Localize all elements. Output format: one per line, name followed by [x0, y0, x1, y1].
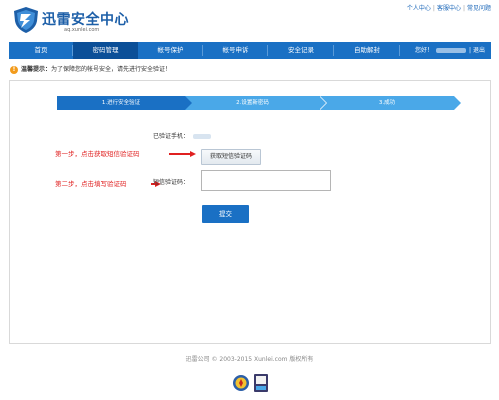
step-arrow-icon — [319, 96, 326, 110]
nav-item-appeal[interactable]: 帐号申诉 — [203, 42, 268, 59]
verification-panel: 1.进行安全验证 2.设置新密码 3.成功 已验证手机： 第一步，点击获取短信验… — [9, 80, 491, 344]
shield-logo-icon — [14, 7, 38, 33]
notice-prefix: 温馨提示： — [21, 66, 52, 73]
nav-label: 首页 — [34, 46, 48, 54]
site-logo[interactable]: 迅雷安全中心 aq.xunlei.com — [12, 6, 132, 36]
step-arrow-icon — [185, 96, 192, 110]
top-link-faq[interactable]: 常见问题 — [467, 5, 491, 12]
top-link-personal[interactable]: 个人中心 — [407, 5, 431, 12]
step-2: 2.设置新密码 — [185, 96, 320, 110]
notice-bar: ! 温馨提示：为了保障您的帐号安全，请先进行安全验证！ — [10, 64, 171, 76]
get-sms-code-button[interactable]: 获取短信验证码 — [201, 149, 261, 165]
nav-divider — [399, 45, 400, 56]
warning-icon: ! — [10, 65, 18, 74]
trust-badge-icon[interactable] — [253, 373, 269, 393]
annotation-step-one: 第一步，点击获取短信验证码 — [55, 150, 140, 158]
annotation-arrow-line — [169, 153, 191, 155]
nav-item-home[interactable]: 首页 — [9, 42, 73, 59]
step-arrow-icon — [454, 96, 461, 110]
sms-code-input[interactable] — [201, 170, 331, 191]
footer-badges — [232, 372, 272, 394]
nav-item-password[interactable]: 密码管理 — [73, 42, 138, 59]
step-3: 3.成功 — [320, 96, 454, 110]
nav-label: 帐号保护 — [157, 46, 184, 54]
nav-item-unblock[interactable]: 自助解封 — [334, 42, 400, 59]
step-1: 1.进行安全验证 — [57, 96, 185, 110]
logo-url: aq.xunlei.com — [64, 27, 100, 33]
top-links: 个人中心 | 客服中心 | 常见问题 — [407, 3, 491, 12]
logout-link[interactable]: 退出 — [473, 47, 485, 54]
phone-label: 已验证手机： — [153, 133, 190, 140]
username-redacted — [436, 48, 467, 53]
nav-label: 密码管理 — [92, 46, 119, 54]
police-badge-icon[interactable] — [232, 374, 250, 392]
arrow-right-icon — [190, 151, 196, 157]
separator: | — [462, 5, 465, 12]
separator: | — [432, 5, 435, 12]
top-link-service[interactable]: 客服中心 — [437, 5, 461, 12]
phone-number-redacted — [193, 134, 212, 139]
annotation-step-two: 第二步，点击填写验证码 — [55, 180, 127, 188]
phone-row: 已验证手机： — [153, 131, 212, 140]
user-greeting: 您好！ — [415, 47, 434, 54]
submit-button[interactable]: 提交 — [202, 205, 249, 223]
step-progress: 1.进行安全验证 2.设置新密码 3.成功 — [57, 96, 461, 110]
nav-label: 帐号申诉 — [222, 46, 249, 54]
code-label: 短信验证码： — [153, 179, 190, 186]
code-row: 短信验证码： — [153, 177, 189, 186]
main-nav: 首页 密码管理 帐号保护 帐号申诉 安全记录 自助解封 您好！ | 退出 — [9, 42, 491, 59]
nav-item-account-protect[interactable]: 帐号保护 — [138, 42, 203, 59]
user-info: 您好！ | 退出 — [415, 47, 485, 54]
nav-label: 安全记录 — [288, 46, 314, 54]
logo-title: 迅雷安全中心 — [42, 12, 129, 28]
notice-text: 为了保障您的帐号安全，请先进行安全验证！ — [51, 66, 172, 73]
nav-label: 自助解封 — [354, 46, 380, 54]
nav-item-security-log[interactable]: 安全记录 — [268, 42, 334, 59]
footer-copyright: 迅雷公司 © 2003-2015 Xunlei.com 版权所有 — [185, 356, 314, 363]
